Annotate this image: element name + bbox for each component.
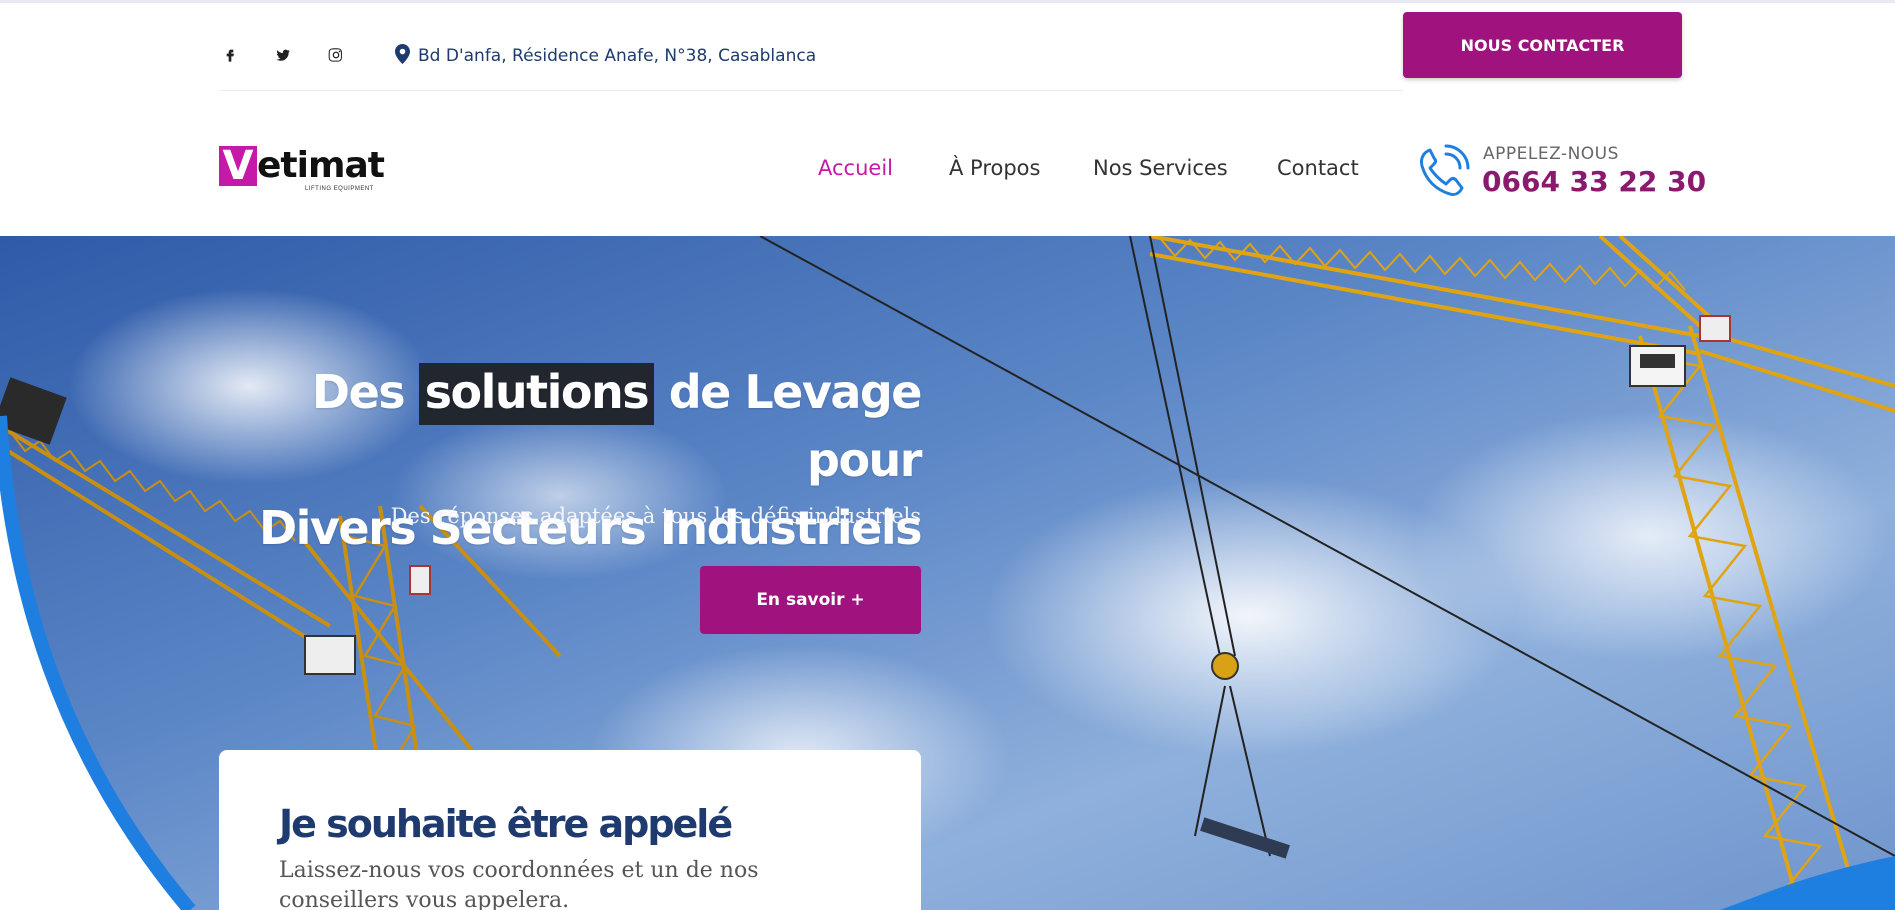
map-pin-icon bbox=[395, 43, 410, 69]
address-text: Bd D'anfa, Résidence Anafe, N°38, Casabl… bbox=[418, 46, 817, 66]
facebook-icon[interactable] bbox=[219, 44, 241, 66]
phone-icon bbox=[1416, 144, 1470, 200]
nav-a-propos[interactable]: À Propos bbox=[949, 156, 1040, 180]
twitter-icon[interactable] bbox=[272, 44, 294, 66]
call-us-label: APPELEZ-NOUS bbox=[1483, 144, 1619, 164]
nav-nos-services[interactable]: Nos Services bbox=[1093, 156, 1228, 180]
hero-title-after: de Levage pour bbox=[668, 365, 923, 487]
callback-card: Je souhaite être appelé Laissez-nous vos… bbox=[219, 750, 921, 910]
top-bar: Bd D'anfa, Résidence Anafe, N°38, Casabl… bbox=[219, 0, 1403, 91]
instagram-icon[interactable] bbox=[325, 44, 347, 66]
logo-letter: V bbox=[219, 146, 257, 186]
logo-tagline: LIFTING EQUIPMENT bbox=[305, 186, 374, 192]
hero-section: Des solutions de Levage pour Divers Sect… bbox=[0, 236, 1895, 910]
hero-title: Des solutions de Levage pour Divers Sect… bbox=[219, 358, 923, 562]
address: Bd D'anfa, Résidence Anafe, N°38, Casabl… bbox=[395, 43, 817, 69]
learn-more-button[interactable]: En savoir + bbox=[700, 566, 921, 634]
logo[interactable]: V etimat LIFTING EQUIPMENT bbox=[219, 146, 385, 196]
callback-text: Laissez-nous vos coordonnées et un de no… bbox=[279, 858, 759, 910]
callback-title: Je souhaite être appelé bbox=[279, 802, 733, 846]
nav-accueil[interactable]: Accueil bbox=[818, 156, 893, 180]
hero-subtitle: Des réponses adaptées à tous les défis i… bbox=[390, 504, 921, 528]
phone-number[interactable]: 0664 33 22 30 bbox=[1482, 165, 1706, 198]
logo-word: etimat bbox=[257, 145, 385, 186]
hero-title-highlight: solutions bbox=[418, 363, 655, 425]
hero-title-before: Des bbox=[311, 365, 406, 419]
contact-us-button[interactable]: NOUS CONTACTER bbox=[1403, 12, 1682, 78]
nav-contact[interactable]: Contact bbox=[1277, 156, 1359, 180]
